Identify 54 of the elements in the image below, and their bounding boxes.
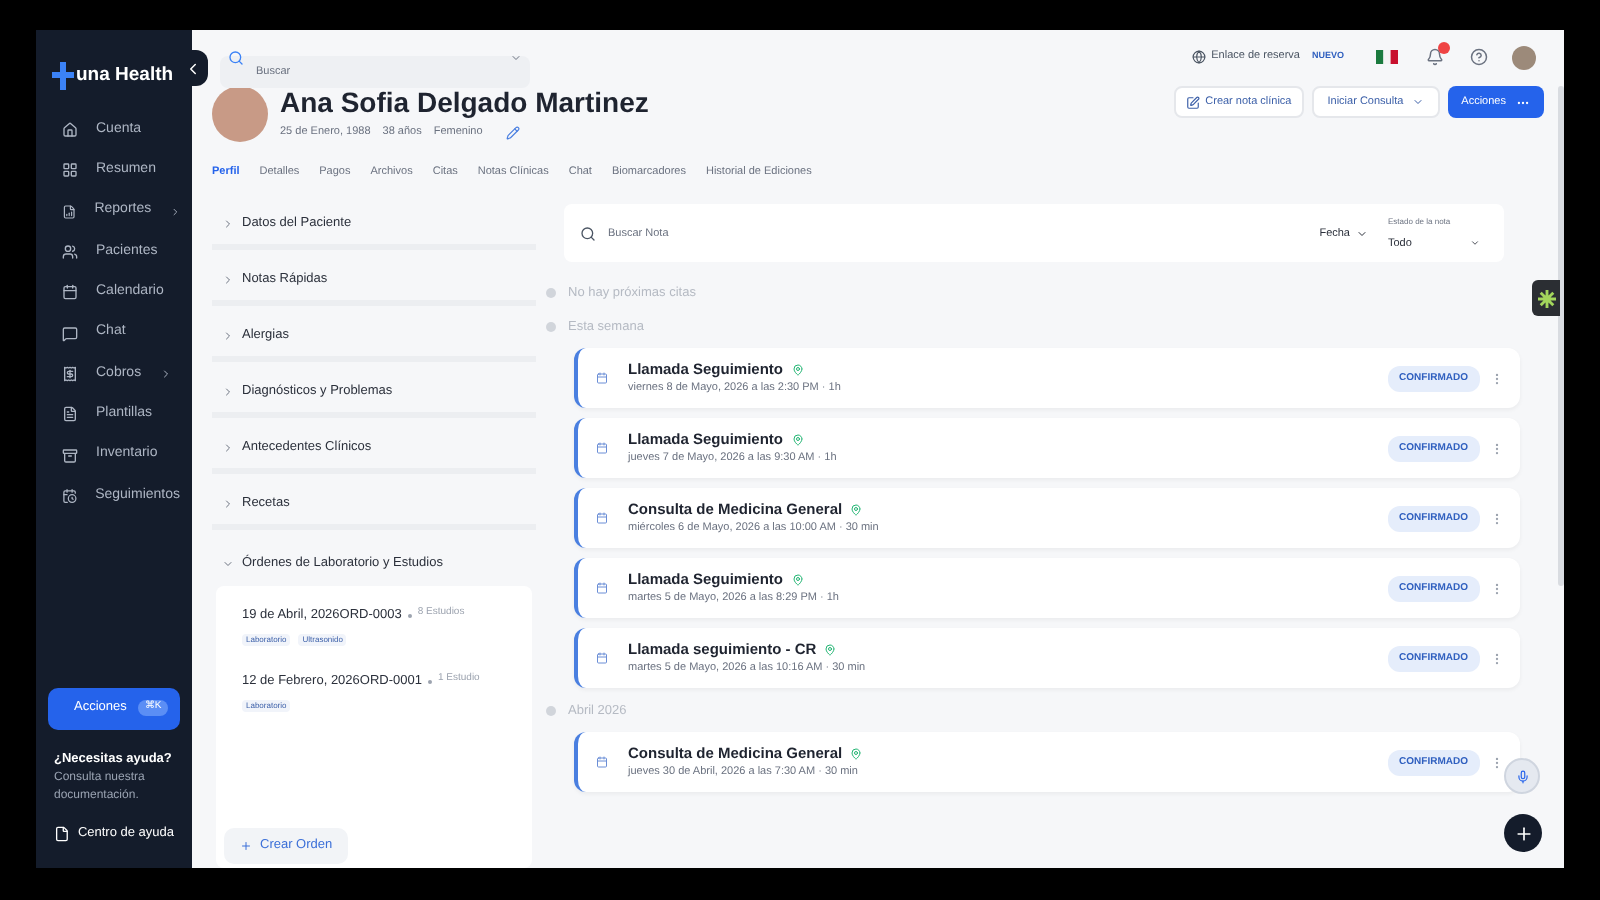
caret-icon xyxy=(1356,228,1368,241)
bell-icon[interactable] xyxy=(1426,48,1444,66)
calendar-icon xyxy=(596,582,608,595)
calendar-icon xyxy=(596,372,608,385)
chevron-icon xyxy=(222,330,234,343)
caret-icon xyxy=(1411,96,1424,108)
chevron-icon xyxy=(222,218,234,231)
flag-icon[interactable] xyxy=(1376,50,1398,64)
add-button[interactable] xyxy=(1504,814,1542,852)
grid-icon xyxy=(62,162,78,179)
document-icon xyxy=(54,826,70,843)
plus-icon xyxy=(1513,823,1533,843)
patient-name: Ana Sofia Delgado Martinez xyxy=(280,84,649,120)
microphone-button[interactable] xyxy=(1504,758,1540,794)
globe-icon xyxy=(1191,50,1206,64)
caret-icon xyxy=(510,51,522,63)
location-pin-icon xyxy=(850,504,863,517)
chevron-icon xyxy=(222,386,234,399)
chevron-icon xyxy=(222,274,234,287)
cross-logo-icon xyxy=(52,62,74,90)
patient-avatar xyxy=(212,86,268,142)
location-pin-icon xyxy=(791,434,804,447)
calendar-icon xyxy=(596,756,608,769)
location-pin-icon xyxy=(791,364,804,377)
widget-tab[interactable] xyxy=(1532,280,1560,316)
location-pin-icon xyxy=(824,644,837,657)
chevron-icon xyxy=(222,498,234,511)
logo-text: una Health xyxy=(76,66,174,86)
calendar-icon xyxy=(596,512,608,525)
report-icon xyxy=(62,203,77,220)
location-pin-icon xyxy=(791,574,804,587)
search-icon xyxy=(580,225,596,242)
location-pin-icon xyxy=(850,748,863,761)
archive-icon xyxy=(62,447,78,464)
microphone-icon xyxy=(1515,769,1529,783)
calendar-icon xyxy=(62,284,78,301)
users-icon xyxy=(62,244,78,261)
chevron-icon xyxy=(222,442,234,455)
plus-icon xyxy=(240,840,252,852)
document-icon xyxy=(62,406,78,423)
edit-icon[interactable] xyxy=(506,125,521,140)
chat-icon xyxy=(62,325,78,342)
note-edit-icon xyxy=(1185,95,1200,109)
caret-icon xyxy=(1470,238,1480,249)
house-icon xyxy=(62,122,78,139)
calendar-icon xyxy=(596,442,608,455)
chevron-icon xyxy=(222,557,234,570)
user-avatar[interactable] xyxy=(1512,45,1536,69)
receipt-icon xyxy=(62,365,78,382)
calendar-icon xyxy=(596,652,608,665)
help-icon[interactable] xyxy=(1470,48,1488,66)
sparkle-icon xyxy=(1537,289,1555,307)
search-icon xyxy=(228,49,244,65)
calendar-clock-icon xyxy=(62,487,78,504)
